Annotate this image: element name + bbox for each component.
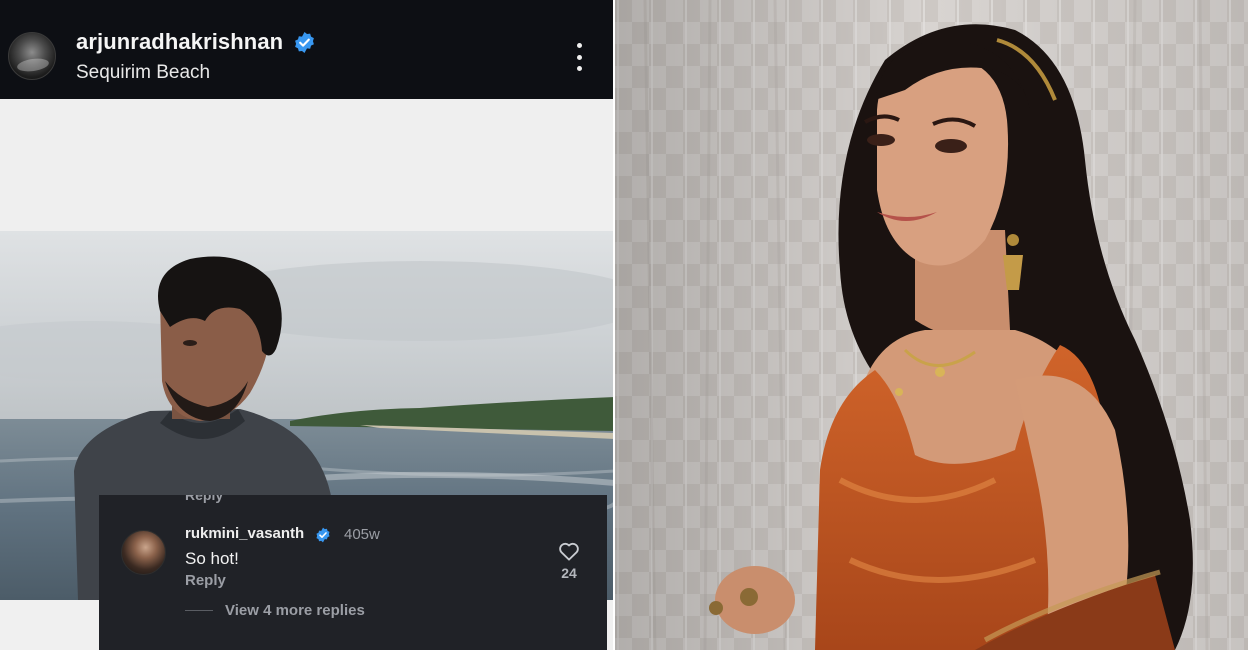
comment-text: So hot! — [185, 549, 239, 568]
comment-card: Reply rukmini_vasanth 405w So hot! Reply… — [99, 495, 607, 650]
post-username[interactable]: arjunradhakrishnan — [76, 29, 283, 55]
more-vertical-icon — [576, 43, 582, 48]
reply-button[interactable]: Reply — [185, 572, 226, 589]
heart-icon[interactable] — [558, 541, 580, 561]
commenter-avatar[interactable] — [121, 530, 166, 575]
commenter-username[interactable]: rukmini_vasanth — [185, 525, 304, 542]
instagram-post-panel: arjunradhakrishnan Sequirim Beach Reply … — [0, 0, 615, 650]
previous-reply-link[interactable]: Reply — [185, 495, 223, 503]
comment-timestamp: 405w — [344, 526, 380, 543]
portrait-photo — [615, 0, 1248, 650]
like-count: 24 — [561, 565, 577, 581]
more-options-button[interactable] — [566, 40, 592, 74]
portrait-image — [615, 0, 1248, 650]
post-header: arjunradhakrishnan Sequirim Beach — [0, 0, 615, 99]
replies-divider — [185, 610, 213, 611]
verified-badge-icon — [295, 31, 314, 54]
post-location[interactable]: Sequirim Beach — [76, 62, 210, 84]
view-more-replies-button[interactable]: View 4 more replies — [225, 602, 365, 619]
profile-avatar[interactable] — [8, 32, 56, 80]
commenter-verified-badge-icon — [316, 527, 330, 543]
